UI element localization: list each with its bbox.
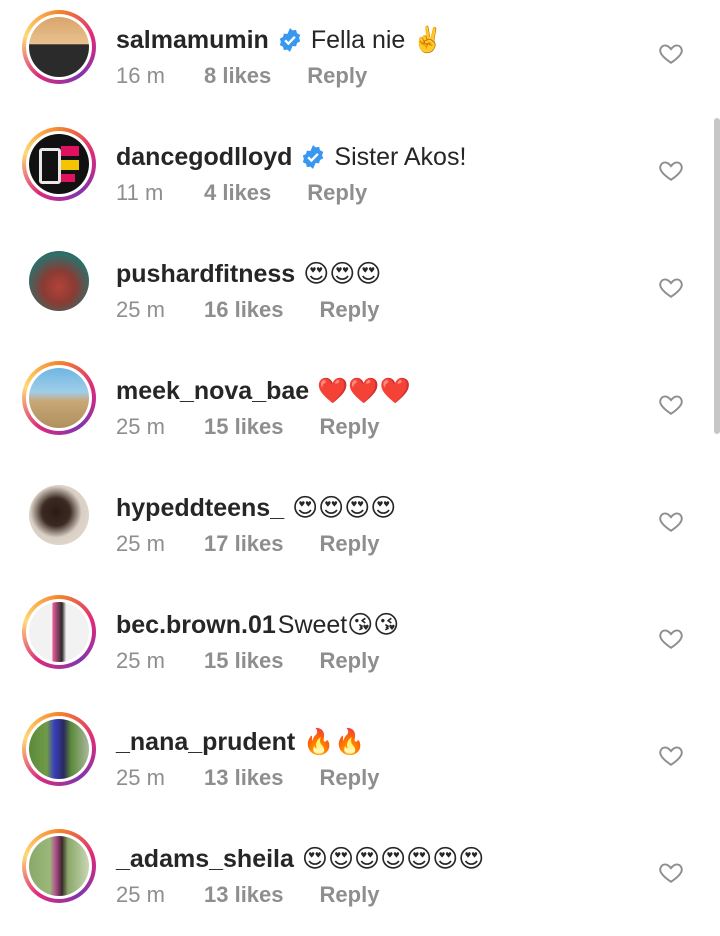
story-ring[interactable] <box>22 712 96 786</box>
comment-text: 😍😍😍😍😍😍😍 <box>301 845 485 873</box>
heart-outline-icon[interactable] <box>658 40 684 66</box>
story-ring[interactable] <box>22 127 96 201</box>
likes-count[interactable]: 4 likes <box>204 180 271 206</box>
comment-time: 11 m <box>116 180 164 205</box>
avatar[interactable] <box>29 602 89 662</box>
comment-text: 😍😍😍😍 <box>292 494 397 522</box>
verified-badge-icon <box>303 145 324 169</box>
heart-outline-icon[interactable] <box>658 391 684 417</box>
avatar[interactable] <box>29 719 89 779</box>
likes-count[interactable]: 13 likes <box>204 765 284 791</box>
heart-outline-icon[interactable] <box>658 742 684 768</box>
avatar-frame <box>22 478 96 552</box>
comment-time: 25 m <box>116 414 165 439</box>
story-ring[interactable] <box>22 829 96 903</box>
comment-item: bec.brown.01 Sweet😘😘 25 m 15 likes Reply <box>0 585 720 702</box>
reply-button[interactable]: Reply <box>307 180 367 206</box>
comment-text: Sister Akos! <box>334 142 467 171</box>
verified-badge-icon <box>279 28 301 52</box>
comment-time: 25 m <box>116 648 165 673</box>
username[interactable]: pushardfitness <box>116 260 295 289</box>
likes-count[interactable]: 13 likes <box>204 882 284 908</box>
username[interactable]: hypeddteens_ <box>116 494 284 523</box>
avatar[interactable] <box>29 134 89 194</box>
avatar[interactable] <box>29 251 89 311</box>
scrollbar[interactable] <box>714 118 720 434</box>
avatar[interactable] <box>29 368 89 428</box>
username[interactable]: bec.brown.01 <box>116 611 276 640</box>
username[interactable]: meek_nova_bae <box>116 377 309 406</box>
comment-time: 25 m <box>116 297 165 322</box>
reply-button[interactable]: Reply <box>320 765 380 791</box>
reply-button[interactable]: Reply <box>320 414 380 440</box>
story-ring[interactable] <box>22 595 96 669</box>
comment-item: meek_nova_bae ❤️❤️❤️ 25 m 15 likes Reply <box>0 351 720 468</box>
likes-count[interactable]: 15 likes <box>204 648 284 674</box>
reply-button[interactable]: Reply <box>320 882 380 908</box>
comment-time: 25 m <box>116 765 165 790</box>
comment-text: Sweet😘😘 <box>277 611 400 639</box>
heart-outline-icon[interactable] <box>658 157 684 183</box>
comment-item: dancegodlloyd Sister Akos! 11 m 4 likes … <box>0 117 720 234</box>
comment-item: hypeddteens_ 😍😍😍😍 25 m 17 likes Reply <box>0 468 720 585</box>
comment-item: _nana_prudent 🔥🔥 25 m 13 likes Reply <box>0 702 720 819</box>
comment-text: ❤️❤️❤️ <box>317 376 411 405</box>
reply-button[interactable]: Reply <box>320 531 380 557</box>
comment-time: 25 m <box>116 882 165 907</box>
reply-button[interactable]: Reply <box>320 297 380 323</box>
likes-count[interactable]: 15 likes <box>204 414 284 440</box>
avatar-frame <box>22 244 96 318</box>
heart-outline-icon[interactable] <box>658 859 684 885</box>
comment-text: Fella nie ✌️ <box>310 25 444 54</box>
likes-count[interactable]: 17 likes <box>204 531 284 557</box>
reply-button[interactable]: Reply <box>307 63 367 89</box>
comment-text: 😍😍😍 <box>303 260 382 288</box>
comment-text: 🔥🔥 <box>303 727 366 756</box>
comment-item: _adams_sheila 😍😍😍😍😍😍😍 25 m 13 likes Repl… <box>0 819 720 936</box>
comment-item: salmamumin Fella nie ✌️ 16 m 8 likes Rep… <box>0 0 720 117</box>
username[interactable]: dancegodlloyd <box>116 143 292 172</box>
heart-outline-icon[interactable] <box>658 508 684 534</box>
comment-time: 16 m <box>116 63 165 88</box>
likes-count[interactable]: 8 likes <box>204 63 271 89</box>
reply-button[interactable]: Reply <box>320 648 380 674</box>
likes-count[interactable]: 16 likes <box>204 297 284 323</box>
story-ring[interactable] <box>22 10 96 84</box>
avatar[interactable] <box>29 485 89 545</box>
story-ring[interactable] <box>22 361 96 435</box>
username[interactable]: salmamumin <box>116 26 269 55</box>
comment-time: 25 m <box>116 531 165 556</box>
avatar[interactable] <box>29 836 89 896</box>
username[interactable]: _nana_prudent <box>116 728 295 757</box>
heart-outline-icon[interactable] <box>658 625 684 651</box>
heart-outline-icon[interactable] <box>658 274 684 300</box>
comment-item: pushardfitness 😍😍😍 25 m 16 likes Reply <box>0 234 720 351</box>
username[interactable]: _adams_sheila <box>116 845 294 874</box>
avatar[interactable] <box>29 17 89 77</box>
